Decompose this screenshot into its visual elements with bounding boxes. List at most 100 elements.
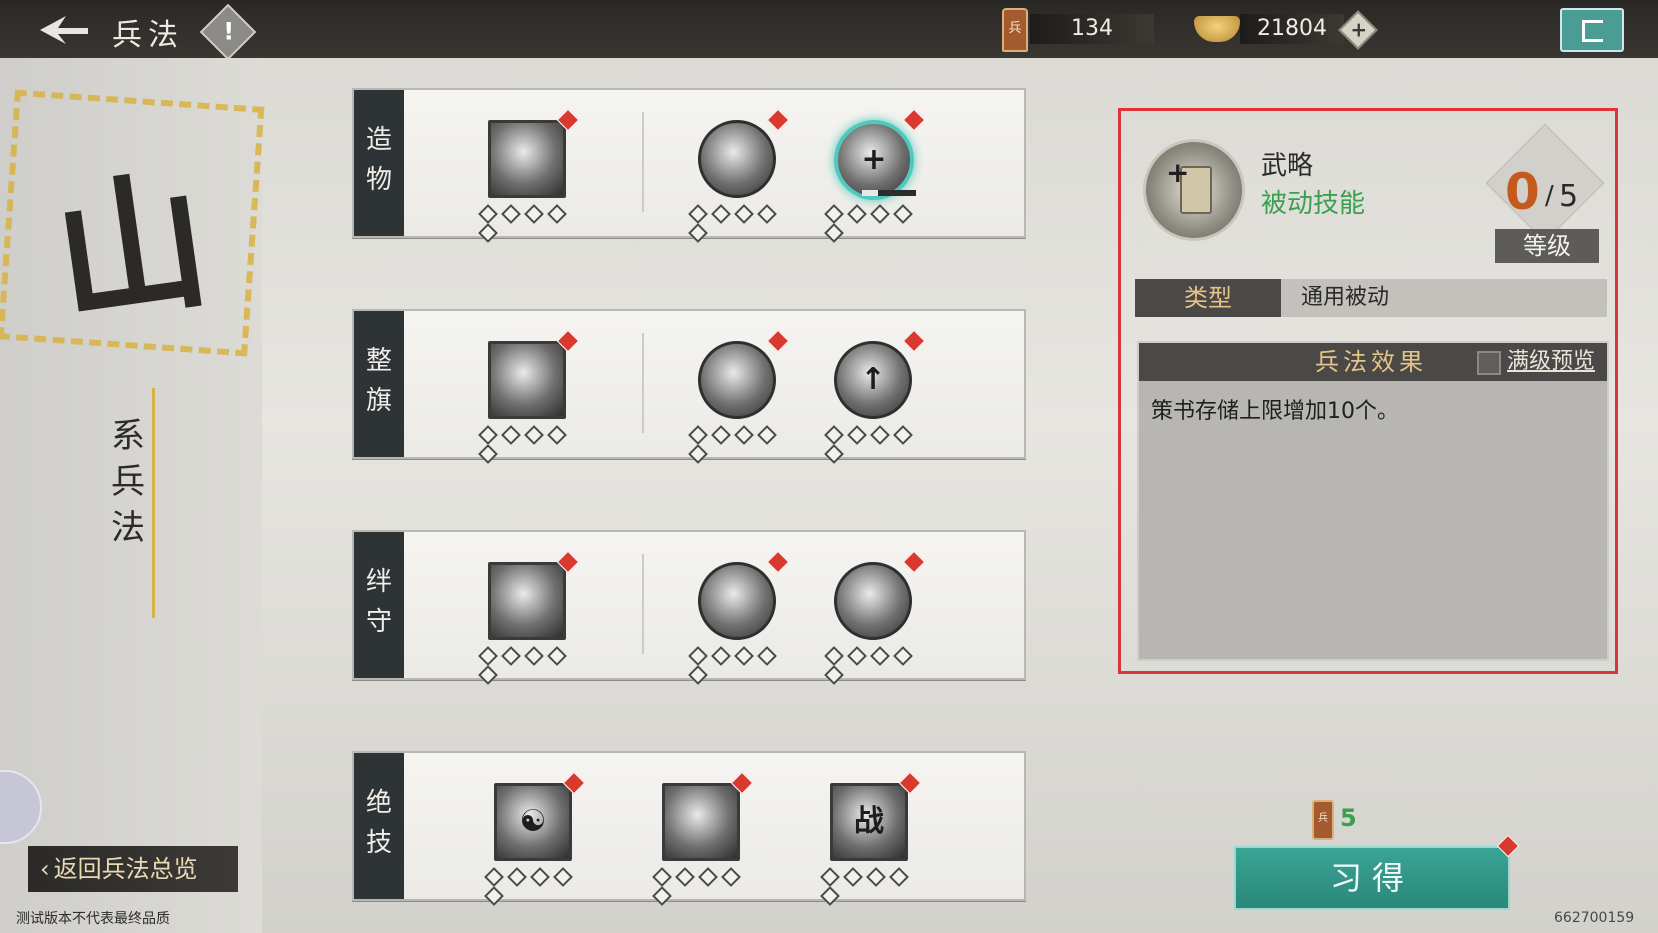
row-label-char: 绝 [365, 788, 392, 818]
skill-slot[interactable] [472, 329, 580, 464]
star-rating [482, 867, 582, 906]
star-diamond-icon [893, 204, 913, 224]
star-diamond-icon [820, 886, 840, 906]
star-diamond-icon [757, 425, 777, 445]
skill-slot[interactable] [682, 329, 790, 464]
skill-slot[interactable] [682, 108, 790, 243]
star-diamond-icon [757, 204, 777, 224]
top-bar: 兵法 ! 134 兵 21804 + [0, 0, 1658, 61]
row-label-char: 物 [365, 165, 392, 195]
skill-slot[interactable] [682, 550, 790, 685]
skill-glyph [665, 786, 737, 858]
star-diamond-icon [757, 646, 777, 666]
add-ingot-button[interactable]: + [1338, 10, 1378, 50]
star-diamond-icon [507, 867, 527, 887]
star-diamond-icon [824, 444, 844, 464]
back-button[interactable] [36, 14, 92, 46]
star-diamond-icon [652, 867, 672, 887]
star-diamond-icon [711, 204, 731, 224]
learn-button[interactable]: 习得 [1234, 846, 1510, 910]
skill-glyph: + [861, 142, 887, 177]
star-diamond-icon [889, 867, 909, 887]
skill-icon: ☯ [494, 783, 572, 861]
star-diamond-icon [688, 425, 708, 445]
info-icon: ! [223, 17, 235, 46]
exit-icon[interactable] [1560, 8, 1624, 52]
star-diamond-icon [721, 867, 741, 887]
skill-slot[interactable]: ☯ [478, 771, 586, 906]
skill-slot[interactable]: ↑ [818, 329, 926, 464]
divider [642, 112, 644, 212]
skill-slot[interactable] [818, 550, 926, 685]
full-level-preview-label[interactable]: 满级预览 [1507, 343, 1595, 381]
star-rating [822, 204, 922, 243]
star-diamond-icon [893, 646, 913, 666]
skill-glyph [491, 565, 563, 637]
star-diamond-icon [711, 425, 731, 445]
level-max: 5 [1559, 179, 1579, 214]
effect-text: 策书存储上限增加10个。 [1151, 399, 1399, 424]
type-value: 通用被动 [1301, 285, 1390, 310]
star-diamond-icon [824, 425, 844, 445]
return-label: 返回兵法总览 [53, 855, 198, 883]
star-diamond-icon [524, 204, 544, 224]
star-diamond-icon [820, 867, 840, 887]
star-diamond-icon [478, 444, 498, 464]
skill-icon [488, 562, 566, 640]
series-title: 系 兵 法 [106, 413, 150, 551]
star-diamond-icon [547, 425, 567, 445]
star-rating [686, 204, 786, 243]
skill-kind: 被动技能 [1261, 189, 1366, 219]
level-current: 0 [1505, 163, 1540, 221]
star-diamond-icon [847, 646, 867, 666]
info-button[interactable]: ! [199, 3, 257, 61]
star-diamond-icon [501, 425, 521, 445]
star-diamond-icon [524, 646, 544, 666]
skill-icon [698, 341, 776, 419]
skill-slot[interactable] [472, 550, 580, 685]
star-diamond-icon [734, 425, 754, 445]
skill-glyph: ☯ [519, 804, 547, 839]
skill-slot[interactable]: + [818, 108, 926, 243]
row-label: 整旗 [354, 311, 404, 457]
row-label-char: 技 [365, 828, 392, 858]
star-rating [476, 204, 576, 243]
star-diamond-icon [547, 646, 567, 666]
row-label: 绊守 [354, 532, 404, 678]
series-char: 兵 [111, 462, 145, 502]
return-overview-button[interactable]: ‹ 返回兵法总览 [28, 846, 238, 892]
star-diamond-icon [524, 425, 544, 445]
level-indicator: 0 / 5 等级 [1485, 123, 1605, 263]
star-diamond-icon [870, 425, 890, 445]
star-diamond-icon [847, 425, 867, 445]
ingot-counter: 21804 [1240, 14, 1344, 44]
row-label: 造物 [354, 90, 404, 236]
skill-icon [698, 562, 776, 640]
skill-icon: 战 [830, 783, 908, 861]
skill-row: 整旗 ↑ [352, 309, 1026, 464]
skill-slot[interactable] [646, 771, 754, 906]
plus-icon: + [1166, 156, 1190, 189]
star-diamond-icon [688, 444, 708, 464]
skill-icon: + [834, 120, 916, 200]
skill-progress-bar [862, 190, 916, 196]
skill-slot[interactable]: 战 [814, 771, 922, 906]
star-rating [818, 867, 918, 906]
back-arrow-icon [40, 16, 88, 44]
star-diamond-icon [478, 425, 498, 445]
build-number: 662700159 [1554, 910, 1635, 926]
divider [642, 333, 644, 433]
full-level-preview-checkbox[interactable] [1477, 351, 1501, 375]
skill-name: 武略 [1261, 151, 1314, 181]
skill-slot[interactable] [472, 108, 580, 243]
tally-counter: 134 [1030, 14, 1154, 44]
skill-icon [488, 341, 566, 419]
tally-icon: 兵 [1312, 800, 1334, 840]
series-char: 法 [111, 508, 145, 548]
skill-icon [662, 783, 740, 861]
star-diamond-icon [501, 204, 521, 224]
star-diamond-icon [553, 867, 573, 887]
skill-glyph: 战 [854, 804, 884, 839]
star-diamond-icon [688, 223, 708, 243]
tally-icon: 兵 [1002, 8, 1028, 52]
